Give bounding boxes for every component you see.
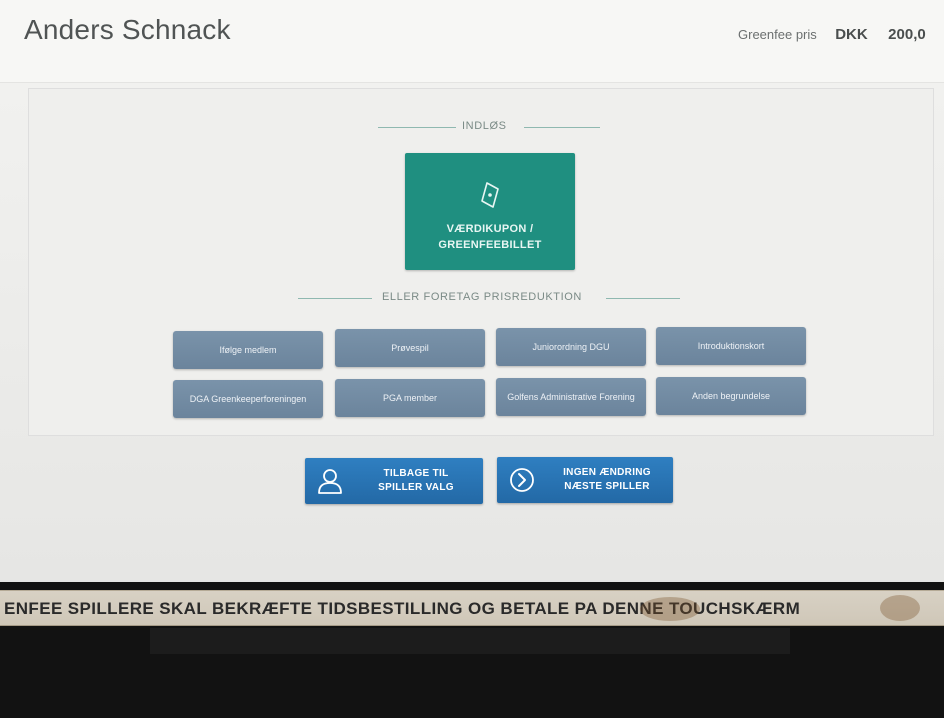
sticker-stain [640,597,700,621]
chevron-right-circle-icon [510,468,534,492]
redeem-divider-left [378,127,456,128]
greenfee-price: Greenfee pris DKK 200,0 [738,26,926,44]
reduction-button-trial[interactable]: Prøvespil [335,329,485,367]
reduction-divider-right [606,298,680,299]
next-label-line1: INGEN ÆNDRING [563,467,651,478]
redeem-divider-right [524,127,600,128]
next-label: INGEN ÆNDRING NÆSTE SPILLER [549,466,665,494]
voucher-label-line1: VÆRDIKUPON / [446,223,534,235]
voucher-label: VÆRDIKUPON / GREENFEEBILLET [405,221,575,253]
player-name: Anders Schnack [24,14,231,45]
bezel-strip [150,628,790,654]
next-label-line2: NÆSTE SPILLER [564,481,650,492]
voucher-button[interactable]: VÆRDIKUPON / GREENFEEBILLET [405,153,575,270]
price-currency: DKK [835,26,868,43]
reduction-section-label: ELLER FORETAG PRISREDUKTION [382,291,582,303]
reduction-button-other[interactable]: Anden begrundelse [656,377,806,415]
reduction-button-intro-card[interactable]: Introduktionskort [656,327,806,365]
header-bar: Anders Schnack Greenfee pris DKK 200,0 [0,0,944,83]
price-label: Greenfee pris [738,27,817,42]
price-amount: 200,0 [888,26,926,43]
kiosk-screen: Anders Schnack Greenfee pris DKK 200,0 I… [0,0,944,582]
reduction-button-gaf[interactable]: Golfens Administrative Forening [496,378,646,416]
ticket-icon [481,182,499,208]
reduction-button-pga[interactable]: PGA member [335,379,485,417]
back-to-player-button[interactable]: TILBAGE TIL SPILLER VALG [305,458,483,504]
user-icon [318,469,342,494]
reduction-button-dga[interactable]: DGA Greenkeeperforeningen [173,380,323,418]
back-label-line1: TILBAGE TIL [383,468,449,479]
instruction-sticker: ENFEE SPILLERE SKAL BEKRÆFTE TIDSBESTILL… [0,590,944,626]
redeem-section-label: INDLØS [462,120,507,132]
reduction-button-junior[interactable]: Juniorordning DGU [496,328,646,366]
reduction-button-member[interactable]: Ifølge medlem [173,331,323,369]
sticker-stain [880,595,920,621]
voucher-label-line2: GREENFEEBILLET [438,239,542,251]
back-label: TILBAGE TIL SPILLER VALG [357,467,475,495]
next-player-button[interactable]: INGEN ÆNDRING NÆSTE SPILLER [497,457,673,503]
back-label-line2: SPILLER VALG [378,482,454,493]
reduction-divider-left [298,298,372,299]
